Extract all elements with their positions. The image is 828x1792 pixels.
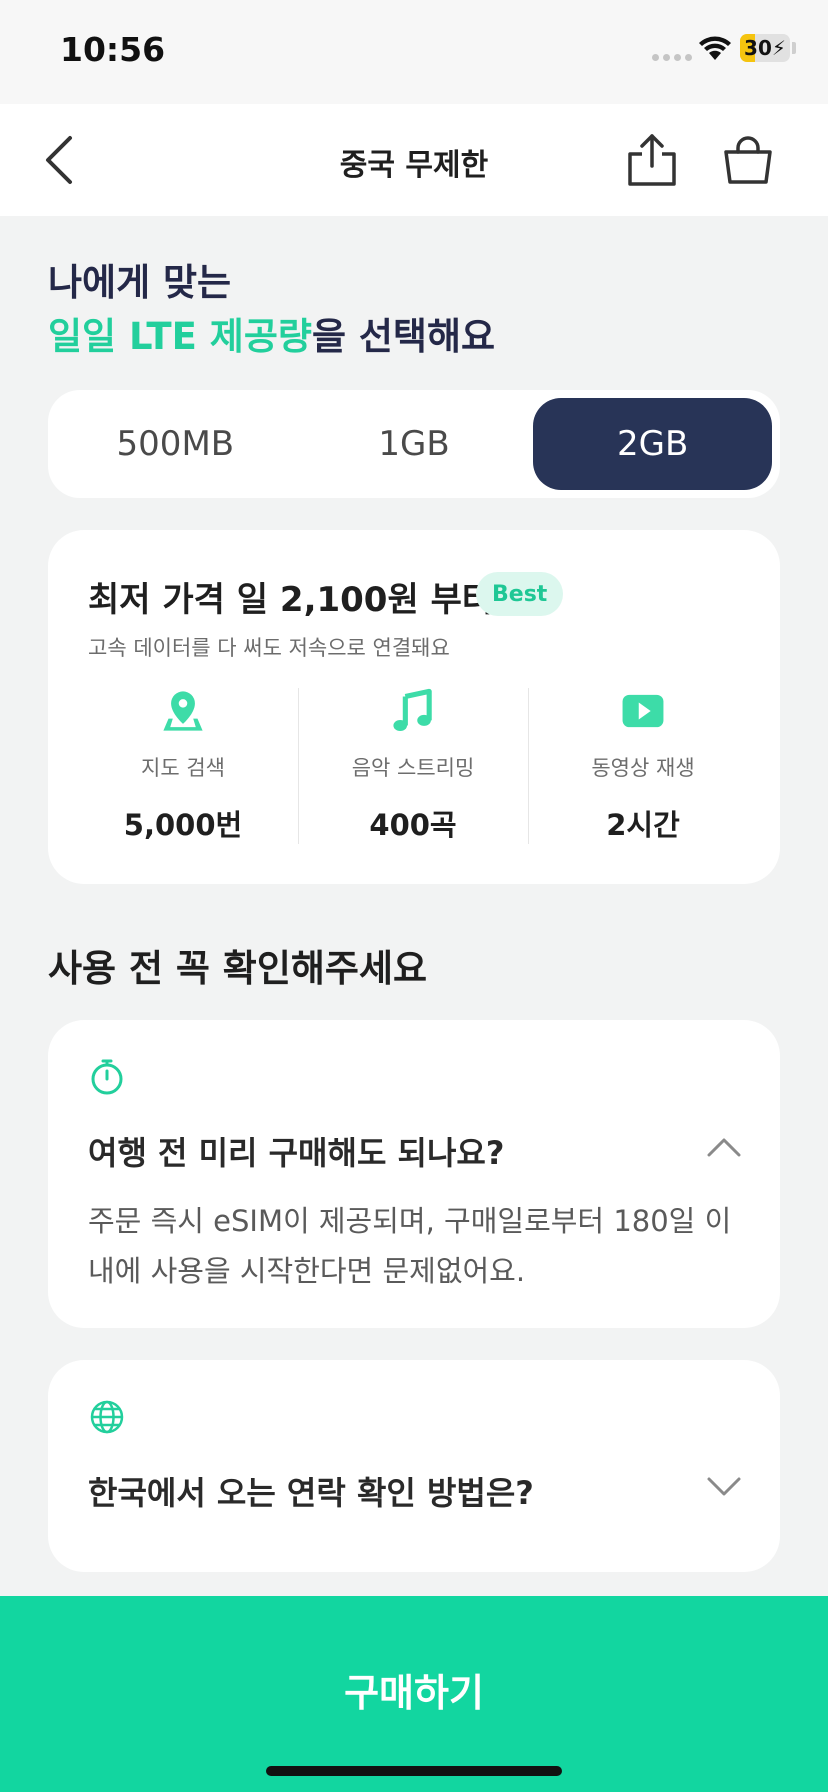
home-indicator <box>266 1766 562 1776</box>
best-badge: Best <box>476 572 564 616</box>
faq-item[interactable]: 한국에서 오는 연락 확인 방법은? <box>48 1360 780 1572</box>
price-subtitle: 고속 데이터를 다 써도 저속으로 연결돼요 <box>88 636 450 660</box>
battery-icon: 30 ⚡ <box>740 34 790 62</box>
music-note-icon <box>393 688 432 732</box>
price-title: 최저 가격 일 2,100원 부터 <box>88 580 494 620</box>
shopping-bag-icon[interactable] <box>722 134 774 186</box>
feature-label: 지도 검색 <box>141 756 225 780</box>
feature-list: 지도 검색 5,000번 음악 스트리밍 400곡 동영상 재생 2시간 <box>68 688 758 844</box>
faq-question: 한국에서 오는 연락 확인 방법은? <box>88 1474 534 1512</box>
nav-bar: 중국 무제한 <box>0 104 828 216</box>
plan-option-1gb[interactable]: 1GB <box>295 398 534 490</box>
feature-value: 400곡 <box>369 808 457 842</box>
feature-video: 동영상 재생 2시간 <box>528 688 758 844</box>
status-bar: 10:56 30 ⚡ <box>0 0 828 104</box>
share-icon[interactable] <box>624 132 680 188</box>
faq-answer: 주문 즉시 eSIM이 제공되며, 구매일로부터 180일 이내에 사용을 시작… <box>88 1204 732 1288</box>
faq-item[interactable]: 여행 전 미리 구매해도 되나요? 주문 즉시 eSIM이 제공되며, 구매일로… <box>48 1020 780 1328</box>
feature-value: 2시간 <box>606 808 680 842</box>
feature-map: 지도 검색 5,000번 <box>68 688 298 844</box>
cellular-signal-icon <box>652 54 692 61</box>
battery-level: 30 ⚡ <box>744 36 786 60</box>
headline-accent: 일일 LTE 제공량 <box>48 315 312 358</box>
plan-option-2gb[interactable]: 2GB <box>533 398 773 490</box>
chevron-down-icon[interactable] <box>706 1476 742 1498</box>
headline-line1: 나에게 맞는 <box>48 261 232 304</box>
plan-option-500mb[interactable]: 500MB <box>56 398 295 490</box>
headline: 나에게 맞는 일일 LTE 제공량을 선택해요 <box>48 256 495 364</box>
feature-label: 동영상 재생 <box>591 756 695 780</box>
status-time: 10:56 <box>60 30 166 69</box>
globe-icon <box>90 1400 124 1434</box>
map-pin-icon <box>163 691 203 731</box>
feature-label: 음악 스트리밍 <box>351 756 475 780</box>
page-title: 중국 무제한 <box>339 148 489 183</box>
feature-music: 음악 스트리밍 400곡 <box>298 688 528 844</box>
play-video-icon <box>622 694 664 728</box>
feature-value: 5,000번 <box>123 808 243 842</box>
headline-rest: 을 선택해요 <box>311 315 496 358</box>
back-chevron-icon[interactable] <box>40 134 80 186</box>
price-card: 최저 가격 일 2,100원 부터 Best 고속 데이터를 다 써도 저속으로… <box>48 530 780 884</box>
faq-question: 여행 전 미리 구매해도 되나요? <box>88 1134 505 1172</box>
plan-selector: 500MB 1GB 2GB <box>48 390 780 498</box>
stopwatch-icon <box>91 1059 123 1095</box>
buy-button[interactable]: 구매하기 <box>0 1596 828 1792</box>
section-title: 사용 전 꼭 확인해주세요 <box>48 947 428 990</box>
battery-cap <box>792 42 796 54</box>
chevron-up-icon[interactable] <box>706 1136 742 1158</box>
wifi-icon <box>699 36 731 60</box>
